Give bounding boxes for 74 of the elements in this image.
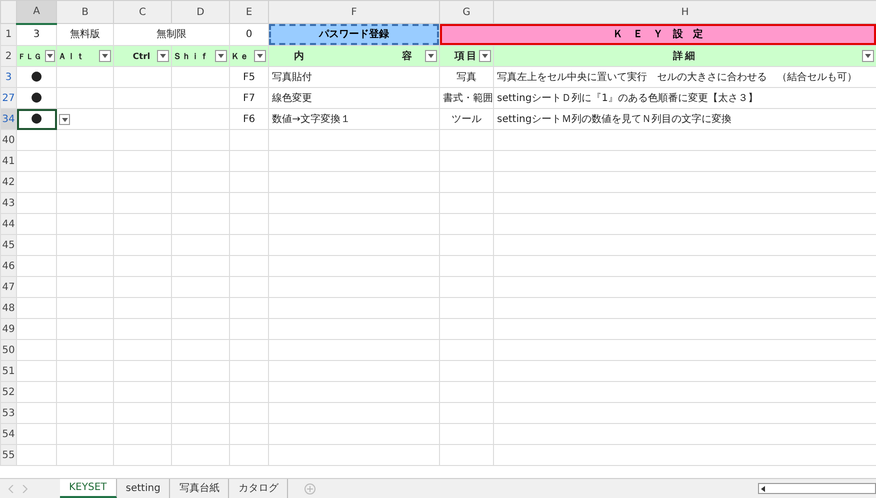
- column-heading: Ａｌｔ: [58, 52, 85, 62]
- sheet-tab[interactable]: KEYSET: [60, 479, 117, 498]
- column-heading: Ｋｅ: [231, 52, 249, 62]
- filter-button[interactable]: [157, 50, 169, 62]
- column-heading: Ctrl: [132, 52, 150, 62]
- column-header[interactable]: C: [114, 0, 172, 24]
- table-cell: 写真貼付: [268, 66, 440, 88]
- row-number[interactable]: 2: [0, 46, 16, 66]
- dropdown-button[interactable]: [59, 114, 70, 125]
- column-heading: Ｓｈｉｆ: [173, 52, 209, 62]
- row-number[interactable]: 54: [0, 424, 16, 444]
- row-number[interactable]: 1: [0, 24, 16, 46]
- table-cell: 線色変更: [268, 88, 440, 108]
- filter-button[interactable]: [99, 50, 111, 62]
- table-cell[interactable]: ●: [16, 108, 56, 130]
- caret-icon: [46, 53, 54, 59]
- password-button[interactable]: パスワード登録: [270, 24, 438, 44]
- sheet-tab[interactable]: カタログ: [229, 479, 288, 498]
- row-number[interactable]: 46: [0, 256, 16, 276]
- table-cell: 数値→文字変換１: [268, 108, 440, 130]
- caret-icon: [481, 53, 489, 59]
- row-number[interactable]: 27: [0, 88, 16, 108]
- row-number[interactable]: 47: [0, 276, 16, 298]
- row-number[interactable]: 40: [0, 130, 16, 150]
- column-header[interactable]: F: [268, 0, 440, 24]
- row-number[interactable]: 55: [0, 444, 16, 466]
- row-number[interactable]: 3: [0, 66, 16, 88]
- table-cell[interactable]: ●: [16, 88, 56, 108]
- filter-button[interactable]: [479, 50, 491, 62]
- caret-icon: [256, 53, 264, 59]
- row-number[interactable]: 52: [0, 382, 16, 402]
- caret-icon: [101, 53, 109, 59]
- column-header[interactable]: G: [440, 0, 494, 24]
- sheet-tab[interactable]: 写真台紙: [170, 479, 230, 498]
- row-number[interactable]: 48: [0, 298, 16, 318]
- caret-icon: [864, 53, 872, 59]
- row-number[interactable]: 44: [0, 214, 16, 234]
- filter-button[interactable]: [254, 50, 266, 62]
- column-header[interactable]: H: [494, 0, 876, 24]
- scroll-left-icon[interactable]: [759, 484, 767, 494]
- filter-button[interactable]: [862, 50, 874, 62]
- sheet-tab[interactable]: setting: [116, 479, 170, 498]
- table-cell: F7: [230, 88, 268, 108]
- row-number[interactable]: 43: [0, 192, 16, 214]
- row-number[interactable]: 50: [0, 340, 16, 360]
- column-header[interactable]: B: [56, 0, 114, 24]
- row-number[interactable]: 41: [0, 150, 16, 172]
- caret-icon: [427, 53, 435, 59]
- title-banner: Ｋ Ｅ Ｙ 設 定: [440, 24, 876, 44]
- column-header[interactable]: D: [172, 0, 230, 24]
- table-cell: F5: [230, 66, 268, 88]
- row-number[interactable]: 34: [0, 108, 16, 130]
- caret-icon: [60, 116, 68, 122]
- column-header[interactable]: A: [16, 0, 56, 24]
- table-cell[interactable]: ●: [16, 66, 56, 88]
- caret-icon: [159, 53, 167, 59]
- caret-icon: [217, 53, 225, 59]
- table-cell: F6: [230, 108, 268, 130]
- filter-button[interactable]: [215, 50, 227, 62]
- column-heading: 内 容: [294, 50, 414, 62]
- column-heading: 詳細: [673, 50, 697, 62]
- filter-button[interactable]: [425, 50, 437, 62]
- row-number[interactable]: 49: [0, 318, 16, 340]
- row-number[interactable]: 51: [0, 360, 16, 382]
- row-number[interactable]: 53: [0, 402, 16, 424]
- column-header[interactable]: E: [230, 0, 268, 24]
- table-cell: 書式・範囲: [440, 88, 494, 108]
- table-cell: ツール: [440, 108, 494, 130]
- row-number[interactable]: 45: [0, 234, 16, 256]
- row-number[interactable]: 42: [0, 172, 16, 192]
- table-cell: 写真: [440, 66, 494, 88]
- filter-button[interactable]: [45, 50, 55, 62]
- column-heading: 項目: [454, 50, 478, 62]
- horizontal-scrollbar[interactable]: [758, 483, 876, 494]
